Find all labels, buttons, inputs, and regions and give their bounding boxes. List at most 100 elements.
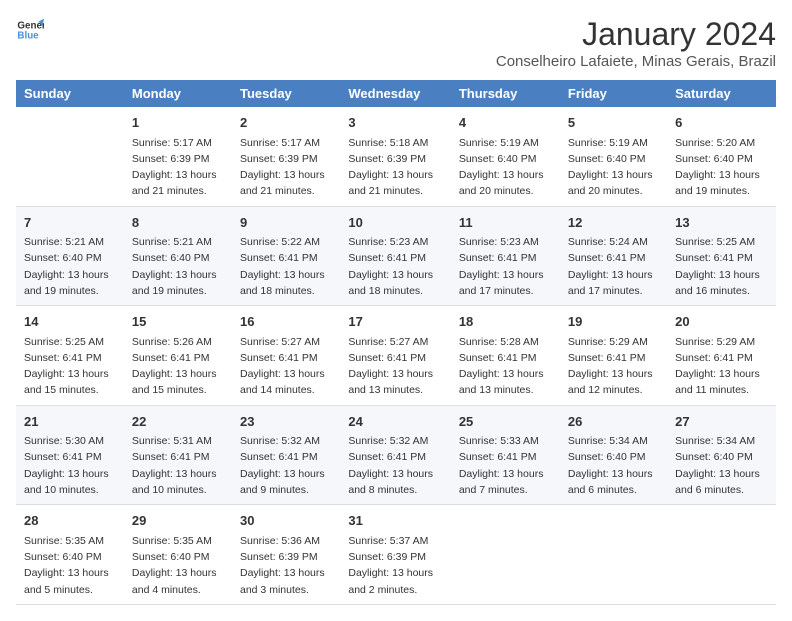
day-number: 2 (240, 113, 332, 133)
title-section: January 2024 Conselheiro Lafaiete, Minas… (496, 16, 776, 70)
day-number: 31 (348, 511, 442, 531)
calendar-cell: 13Sunrise: 5:25 AMSunset: 6:41 PMDayligh… (667, 206, 776, 306)
calendar-cell: 6Sunrise: 5:20 AMSunset: 6:40 PMDaylight… (667, 107, 776, 206)
day-info: Sunrise: 5:34 AMSunset: 6:40 PMDaylight:… (568, 433, 659, 498)
calendar-cell: 23Sunrise: 5:32 AMSunset: 6:41 PMDayligh… (232, 405, 340, 505)
calendar-cell: 4Sunrise: 5:19 AMSunset: 6:40 PMDaylight… (451, 107, 560, 206)
day-number: 1 (132, 113, 224, 133)
calendar-cell: 29Sunrise: 5:35 AMSunset: 6:40 PMDayligh… (124, 505, 232, 605)
calendar-cell (451, 505, 560, 605)
day-info: Sunrise: 5:37 AMSunset: 6:39 PMDaylight:… (348, 533, 442, 598)
day-info: Sunrise: 5:35 AMSunset: 6:40 PMDaylight:… (132, 533, 224, 598)
day-number: 19 (568, 312, 659, 332)
day-info: Sunrise: 5:19 AMSunset: 6:40 PMDaylight:… (568, 135, 659, 200)
day-info: Sunrise: 5:30 AMSunset: 6:41 PMDaylight:… (24, 433, 116, 498)
day-number: 14 (24, 312, 116, 332)
calendar-cell: 10Sunrise: 5:23 AMSunset: 6:41 PMDayligh… (340, 206, 450, 306)
day-number: 11 (459, 213, 552, 233)
day-info: Sunrise: 5:25 AMSunset: 6:41 PMDaylight:… (24, 334, 116, 399)
logo-icon: General Blue (16, 16, 44, 44)
calendar-cell: 28Sunrise: 5:35 AMSunset: 6:40 PMDayligh… (16, 505, 124, 605)
month-title: January 2024 (496, 16, 776, 53)
weekday-header-friday: Friday (560, 80, 667, 107)
calendar-cell: 5Sunrise: 5:19 AMSunset: 6:40 PMDaylight… (560, 107, 667, 206)
weekday-header-saturday: Saturday (667, 80, 776, 107)
weekday-header-thursday: Thursday (451, 80, 560, 107)
svg-text:Blue: Blue (17, 30, 39, 41)
calendar-cell: 3Sunrise: 5:18 AMSunset: 6:39 PMDaylight… (340, 107, 450, 206)
day-number: 21 (24, 412, 116, 432)
day-info: Sunrise: 5:29 AMSunset: 6:41 PMDaylight:… (675, 334, 768, 399)
day-number: 10 (348, 213, 442, 233)
calendar-cell: 2Sunrise: 5:17 AMSunset: 6:39 PMDaylight… (232, 107, 340, 206)
day-number: 8 (132, 213, 224, 233)
day-info: Sunrise: 5:32 AMSunset: 6:41 PMDaylight:… (348, 433, 442, 498)
weekday-header-wednesday: Wednesday (340, 80, 450, 107)
day-info: Sunrise: 5:23 AMSunset: 6:41 PMDaylight:… (459, 234, 552, 299)
calendar-cell: 16Sunrise: 5:27 AMSunset: 6:41 PMDayligh… (232, 306, 340, 406)
location-subtitle: Conselheiro Lafaiete, Minas Gerais, Braz… (496, 53, 776, 70)
calendar-cell: 9Sunrise: 5:22 AMSunset: 6:41 PMDaylight… (232, 206, 340, 306)
day-number: 29 (132, 511, 224, 531)
day-number: 6 (675, 113, 768, 133)
logo: General Blue (16, 16, 44, 44)
day-number: 18 (459, 312, 552, 332)
calendar-table: SundayMondayTuesdayWednesdayThursdayFrid… (16, 80, 776, 605)
day-number: 20 (675, 312, 768, 332)
day-info: Sunrise: 5:27 AMSunset: 6:41 PMDaylight:… (348, 334, 442, 399)
calendar-cell: 1Sunrise: 5:17 AMSunset: 6:39 PMDaylight… (124, 107, 232, 206)
calendar-cell: 31Sunrise: 5:37 AMSunset: 6:39 PMDayligh… (340, 505, 450, 605)
calendar-cell: 30Sunrise: 5:36 AMSunset: 6:39 PMDayligh… (232, 505, 340, 605)
weekday-header-tuesday: Tuesday (232, 80, 340, 107)
day-info: Sunrise: 5:25 AMSunset: 6:41 PMDaylight:… (675, 234, 768, 299)
calendar-cell: 24Sunrise: 5:32 AMSunset: 6:41 PMDayligh… (340, 405, 450, 505)
day-info: Sunrise: 5:34 AMSunset: 6:40 PMDaylight:… (675, 433, 768, 498)
calendar-cell: 19Sunrise: 5:29 AMSunset: 6:41 PMDayligh… (560, 306, 667, 406)
calendar-cell: 7Sunrise: 5:21 AMSunset: 6:40 PMDaylight… (16, 206, 124, 306)
day-info: Sunrise: 5:35 AMSunset: 6:40 PMDaylight:… (24, 533, 116, 598)
calendar-week-row: 7Sunrise: 5:21 AMSunset: 6:40 PMDaylight… (16, 206, 776, 306)
day-info: Sunrise: 5:18 AMSunset: 6:39 PMDaylight:… (348, 135, 442, 200)
day-number: 30 (240, 511, 332, 531)
calendar-cell: 21Sunrise: 5:30 AMSunset: 6:41 PMDayligh… (16, 405, 124, 505)
day-info: Sunrise: 5:20 AMSunset: 6:40 PMDaylight:… (675, 135, 768, 200)
day-info: Sunrise: 5:36 AMSunset: 6:39 PMDaylight:… (240, 533, 332, 598)
calendar-cell (667, 505, 776, 605)
calendar-cell: 12Sunrise: 5:24 AMSunset: 6:41 PMDayligh… (560, 206, 667, 306)
day-number: 12 (568, 213, 659, 233)
day-info: Sunrise: 5:23 AMSunset: 6:41 PMDaylight:… (348, 234, 442, 299)
day-info: Sunrise: 5:29 AMSunset: 6:41 PMDaylight:… (568, 334, 659, 399)
day-number: 7 (24, 213, 116, 233)
day-number: 22 (132, 412, 224, 432)
calendar-cell: 22Sunrise: 5:31 AMSunset: 6:41 PMDayligh… (124, 405, 232, 505)
day-number: 25 (459, 412, 552, 432)
weekday-header-sunday: Sunday (16, 80, 124, 107)
day-number: 13 (675, 213, 768, 233)
day-info: Sunrise: 5:21 AMSunset: 6:40 PMDaylight:… (24, 234, 116, 299)
day-info: Sunrise: 5:21 AMSunset: 6:40 PMDaylight:… (132, 234, 224, 299)
day-info: Sunrise: 5:28 AMSunset: 6:41 PMDaylight:… (459, 334, 552, 399)
day-number: 24 (348, 412, 442, 432)
calendar-cell (560, 505, 667, 605)
day-number: 4 (459, 113, 552, 133)
day-info: Sunrise: 5:17 AMSunset: 6:39 PMDaylight:… (132, 135, 224, 200)
calendar-cell: 17Sunrise: 5:27 AMSunset: 6:41 PMDayligh… (340, 306, 450, 406)
day-number: 9 (240, 213, 332, 233)
day-number: 16 (240, 312, 332, 332)
day-info: Sunrise: 5:19 AMSunset: 6:40 PMDaylight:… (459, 135, 552, 200)
day-info: Sunrise: 5:33 AMSunset: 6:41 PMDaylight:… (459, 433, 552, 498)
day-number: 17 (348, 312, 442, 332)
day-number: 23 (240, 412, 332, 432)
day-info: Sunrise: 5:31 AMSunset: 6:41 PMDaylight:… (132, 433, 224, 498)
calendar-cell: 11Sunrise: 5:23 AMSunset: 6:41 PMDayligh… (451, 206, 560, 306)
calendar-cell: 27Sunrise: 5:34 AMSunset: 6:40 PMDayligh… (667, 405, 776, 505)
day-info: Sunrise: 5:27 AMSunset: 6:41 PMDaylight:… (240, 334, 332, 399)
day-info: Sunrise: 5:24 AMSunset: 6:41 PMDaylight:… (568, 234, 659, 299)
day-info: Sunrise: 5:32 AMSunset: 6:41 PMDaylight:… (240, 433, 332, 498)
weekday-header-monday: Monday (124, 80, 232, 107)
calendar-cell (16, 107, 124, 206)
day-number: 26 (568, 412, 659, 432)
calendar-week-row: 21Sunrise: 5:30 AMSunset: 6:41 PMDayligh… (16, 405, 776, 505)
calendar-week-row: 28Sunrise: 5:35 AMSunset: 6:40 PMDayligh… (16, 505, 776, 605)
calendar-cell: 8Sunrise: 5:21 AMSunset: 6:40 PMDaylight… (124, 206, 232, 306)
